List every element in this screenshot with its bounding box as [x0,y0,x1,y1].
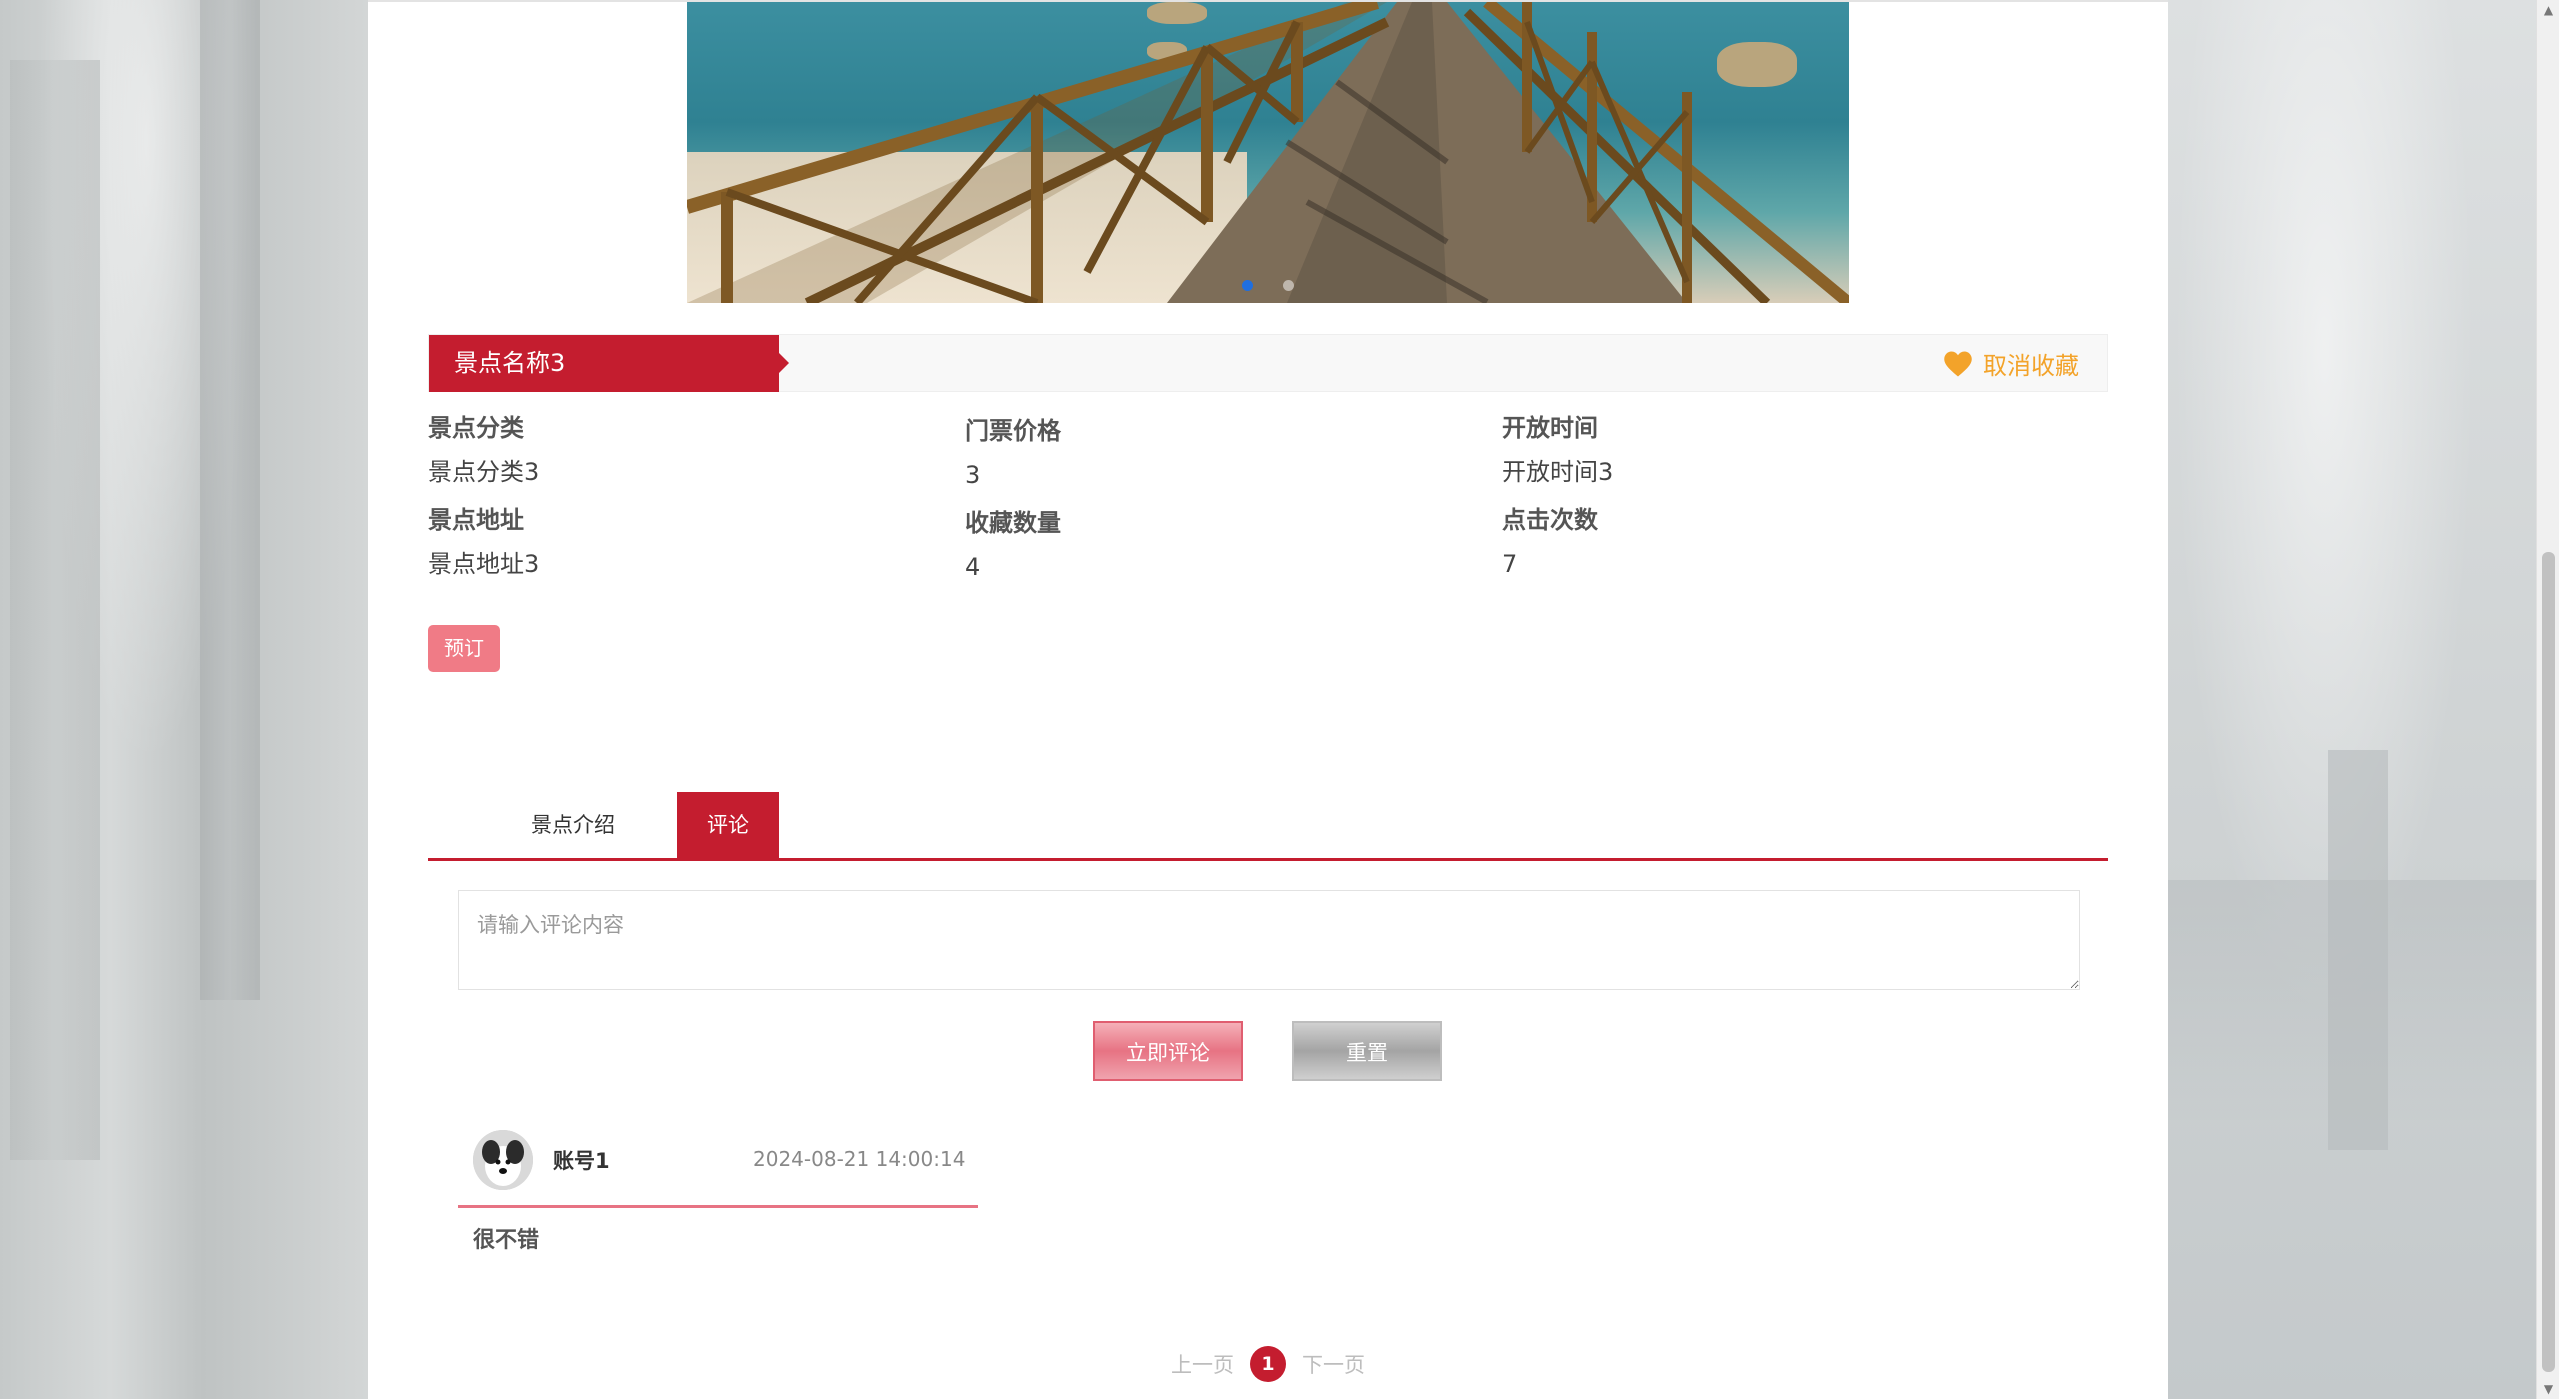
pagination: 上一页 1 下一页 [368,1346,2168,1382]
carousel-indicators [687,280,1849,291]
page-scrollbar[interactable]: ▲ ▼ [2536,0,2559,1399]
comment-timestamp: 2024-08-21 14:00:14 [753,1147,966,1171]
carousel-image-boardwalk [687,2,1849,303]
submit-comment-button[interactable]: 立即评论 [1093,1021,1243,1081]
price-label: 门票价格 [965,417,1061,445]
scroll-down-icon[interactable]: ▼ [2537,1379,2559,1399]
avatar [473,1130,533,1190]
carousel-dot-1[interactable] [1242,280,1253,291]
comment-input[interactable] [458,890,2080,990]
detail-tabs: 景点介绍 评论 [428,792,2108,861]
heart-icon [1944,351,1972,376]
address-label: 景点地址 [428,506,524,534]
price-value: 3 [965,461,981,489]
address-value: 景点地址3 [428,550,540,578]
unfavorite-label: 取消收藏 [1983,352,2079,380]
page-number-current[interactable]: 1 [1250,1346,1286,1382]
favorites-count-label: 收藏数量 [965,509,1061,537]
tab-comments[interactable]: 评论 [677,792,779,858]
attraction-title-bar: 景点名称3 取消收藏 [428,334,2108,392]
attraction-carousel[interactable] [687,2,1849,303]
click-count-value: 7 [1502,550,1518,578]
background-pillar [10,60,100,1160]
open-time-label: 开放时间 [1502,414,1598,442]
unfavorite-button[interactable]: 取消收藏 [1943,335,2079,392]
background-post [2328,750,2388,1150]
main-content: 景点名称3 取消收藏 景点分类 景点分类3 景点地址 景点地址3 门票价格 3 … [368,0,2168,1399]
book-button[interactable]: 预订 [428,625,500,672]
next-page-link[interactable]: 下一页 [1302,1349,1365,1379]
puppy-avatar-icon [473,1130,533,1190]
attraction-name: 景点名称3 [429,335,789,392]
category-label: 景点分类 [428,414,524,442]
comment-username: 账号1 [553,1149,610,1173]
comment-text: 很不错 [473,1228,540,1253]
carousel-dot-2[interactable] [1283,280,1294,291]
favorites-count-value: 4 [965,553,981,581]
click-count-label: 点击次数 [1502,506,1598,534]
scrollbar-thumb[interactable] [2542,552,2555,1372]
background-right-decoration [2168,0,2559,1399]
open-time-value: 开放时间3 [1502,458,1614,486]
category-value: 景点分类3 [428,458,540,486]
reset-button[interactable]: 重置 [1292,1021,1442,1081]
comment-header: 账号1 2024-08-21 14:00:14 [458,1125,978,1208]
tab-introduction[interactable]: 景点介绍 [468,792,678,858]
comment-item: 账号1 2024-08-21 14:00:14 很不错 [458,1125,978,1254]
scroll-up-icon[interactable]: ▲ [2537,0,2559,20]
background-left-decoration [0,0,368,1399]
prev-page-link[interactable]: 上一页 [1171,1349,1234,1379]
background-pillar [200,0,260,1000]
